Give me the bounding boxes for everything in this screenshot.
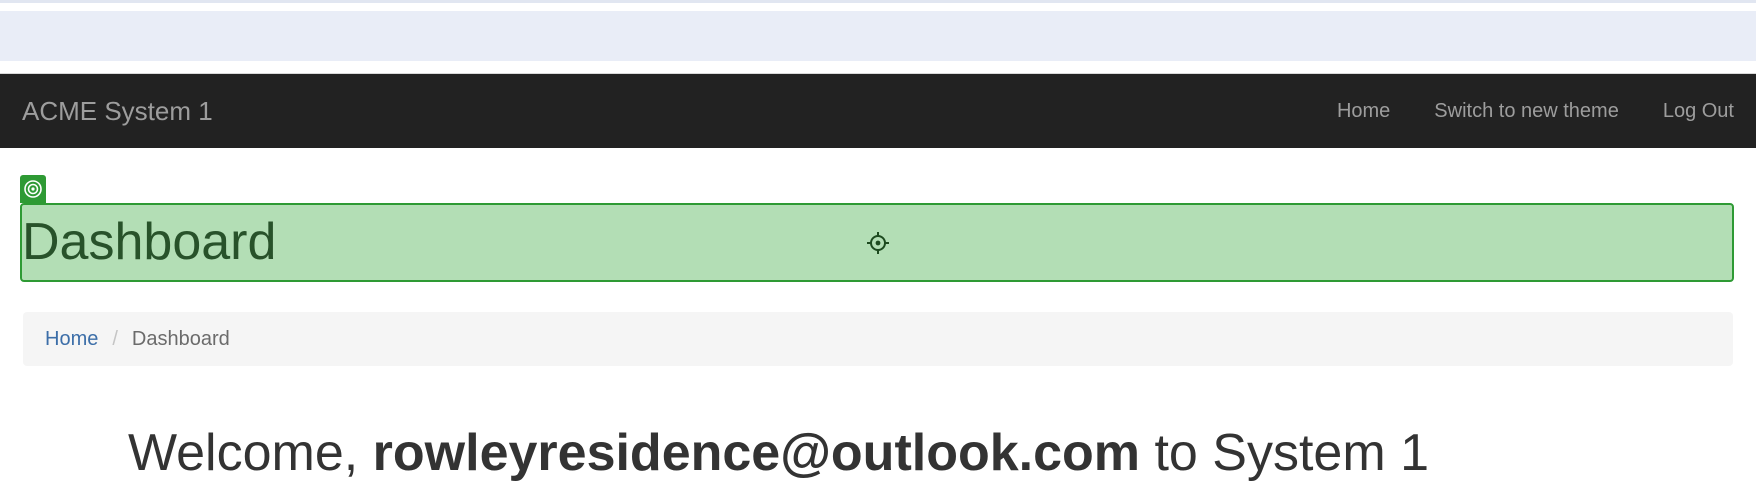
- breadcrumb-home[interactable]: Home: [45, 328, 98, 351]
- nav-link-log-out[interactable]: Log Out: [1641, 74, 1756, 149]
- breadcrumb: Home / Dashboard: [23, 312, 1733, 366]
- nav-links: Home Switch to new theme Log Out: [1315, 74, 1756, 149]
- breadcrumb-current: Dashboard: [131, 327, 230, 350]
- nav-link-home[interactable]: Home: [1315, 74, 1412, 149]
- welcome-suffix: to System 1: [1154, 424, 1430, 482]
- nav-link-switch-theme[interactable]: Switch to new theme: [1412, 74, 1641, 149]
- welcome-prefix: Welcome,: [128, 424, 359, 482]
- crosshair-icon: [867, 232, 889, 254]
- page-title: Dashboard: [22, 213, 277, 271]
- breadcrumb-separator: /: [112, 327, 118, 350]
- welcome-user-email: rowleyresidence@outlook.com: [372, 424, 1141, 482]
- target-icon: [20, 175, 46, 203]
- banner-strip: [0, 11, 1756, 61]
- navbar-brand[interactable]: ACME System 1: [22, 74, 213, 149]
- top-border: [0, 0, 1756, 3]
- welcome-heading: Welcome, rowleyresidence@outlook.com to …: [128, 423, 1429, 483]
- navbar: ACME System 1 Home Switch to new theme L…: [0, 73, 1756, 148]
